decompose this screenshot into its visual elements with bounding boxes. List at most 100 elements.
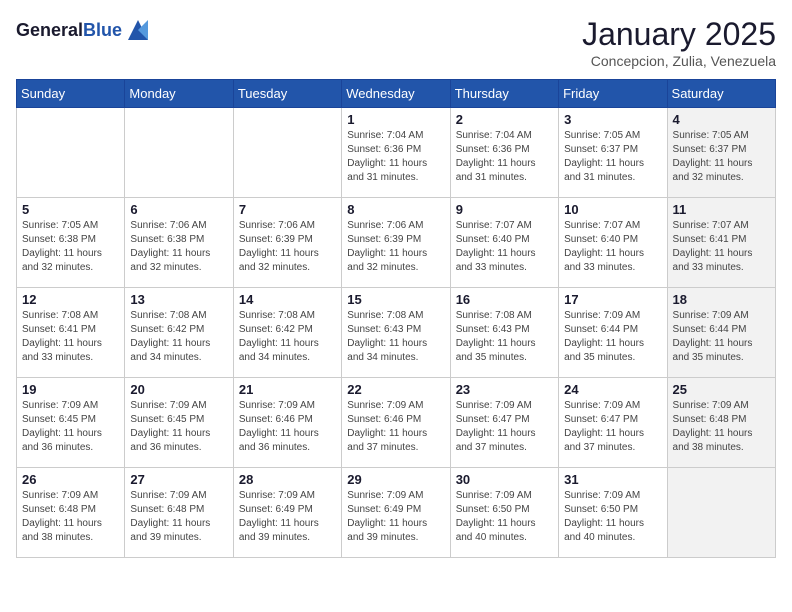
calendar-cell: 1Sunrise: 7:04 AMSunset: 6:36 PMDaylight…	[342, 108, 450, 198]
calendar-cell: 6 Sunrise: 7:06 AMSunset: 6:38 PMDaylight…	[125, 198, 233, 288]
calendar-cell: 29Sunrise: 7:09 AMSunset: 6:49 PMDayligh…	[342, 468, 450, 558]
calendar-cell: 17 Sunrise: 7:09 AMSunset: 6:44 PMDayligh…	[559, 288, 667, 378]
calendar-cell: 14 Sunrise: 7:08 AMSunset: 6:42 PMDayligh…	[233, 288, 341, 378]
week-row-5: 26 Sunrise: 7:09 AMSunset: 6:48 PMDayligh…	[17, 468, 776, 558]
day-number: 11	[673, 202, 770, 217]
calendar-cell: 18Sunrise: 7:09 AMSunset: 6:44 PMDayligh…	[667, 288, 775, 378]
weekday-header-row: SundayMondayTuesdayWednesdayThursdayFrid…	[17, 80, 776, 108]
calendar-cell: 5Sunrise: 7:05 AMSunset: 6:38 PMDaylight…	[17, 198, 125, 288]
calendar-cell: 20 Sunrise: 7:09 AMSunset: 6:45 PMDayligh…	[125, 378, 233, 468]
day-number: 25	[673, 382, 770, 397]
day-info: Sunrise: 7:09 AMSunset: 6:48 PMDaylight:…	[22, 489, 119, 545]
calendar-cell: 4 Sunrise: 7:05 AMSunset: 6:37 PMDaylight…	[667, 108, 775, 198]
day-info: Sunrise: 7:09 AMSunset: 6:46 PMDaylight:…	[239, 399, 336, 455]
day-info: Sunrise: 7:05 AMSunset: 6:37 PMDaylight:…	[673, 129, 770, 185]
logo-blue: Blue	[83, 20, 122, 40]
calendar-cell: 3 Sunrise: 7:05 AMSunset: 6:37 PMDaylight…	[559, 108, 667, 198]
week-row-1: 1 Sunrise: 7:04 AMSunset: 6:36 PMDaylight…	[17, 108, 776, 198]
day-info: Sunrise: 7:06 AMSunset: 6:39 PMDaylight:…	[347, 219, 444, 275]
calendar-cell: 31 Sunrise: 7:09 AMSunset: 6:50 PMDayligh…	[559, 468, 667, 558]
day-info: Sunrise: 7:08 AMSunset: 6:42 PMDaylight:…	[130, 309, 227, 365]
day-info: Sunrise: 7:08 AMSunset: 6:43 PMDaylight:…	[456, 309, 553, 365]
day-number: 18	[673, 292, 770, 307]
calendar-cell: 28 Sunrise: 7:09 AMSunset: 6:49 PMDayligh…	[233, 468, 341, 558]
calendar-table: SundayMondayTuesdayWednesdayThursdayFrid…	[16, 79, 776, 558]
calendar-cell: 16 Sunrise: 7:08 AMSunset: 6:43 PMDayligh…	[450, 288, 558, 378]
week-row-2: 5Sunrise: 7:05 AMSunset: 6:38 PMDaylight…	[17, 198, 776, 288]
day-info: Sunrise: 7:09 AMSunset: 6:45 PMDaylight:…	[130, 399, 227, 455]
month-title: January 2025	[582, 16, 776, 53]
day-number: 17	[564, 292, 661, 307]
calendar-cell: 19 Sunrise: 7:09 AMSunset: 6:45 PMDayligh…	[17, 378, 125, 468]
title-area: January 2025 Concepcion, Zulia, Venezuel…	[582, 16, 776, 69]
weekday-header-friday: Friday	[559, 80, 667, 108]
calendar-cell	[233, 108, 341, 198]
day-number: 13	[130, 292, 227, 307]
day-info: Sunrise: 7:04 AMSunset: 6:36 PMDaylight:…	[456, 129, 553, 185]
day-number: 2	[456, 112, 553, 127]
calendar-cell: 8 Sunrise: 7:06 AMSunset: 6:39 PMDaylight…	[342, 198, 450, 288]
calendar-cell	[667, 468, 775, 558]
day-info: Sunrise: 7:06 AMSunset: 6:39 PMDaylight:…	[239, 219, 336, 275]
day-info: Sunrise: 7:09 AMSunset: 6:50 PMDaylight:…	[564, 489, 661, 545]
day-number: 9	[456, 202, 553, 217]
day-number: 31	[564, 472, 661, 487]
day-number: 1	[347, 112, 444, 127]
day-number: 24	[564, 382, 661, 397]
day-number: 16	[456, 292, 553, 307]
calendar-cell: 25 Sunrise: 7:09 AMSunset: 6:48 PMDayligh…	[667, 378, 775, 468]
day-number: 8	[347, 202, 444, 217]
weekday-header-sunday: Sunday	[17, 80, 125, 108]
day-number: 23	[456, 382, 553, 397]
day-number: 22	[347, 382, 444, 397]
day-info: Sunrise: 7:09 AMSunset: 6:50 PMDaylight:…	[456, 489, 553, 545]
logo-general: General	[16, 20, 83, 40]
calendar-cell: 13 Sunrise: 7:08 AMSunset: 6:42 PMDayligh…	[125, 288, 233, 378]
calendar-cell: 23 Sunrise: 7:09 AMSunset: 6:47 PMDayligh…	[450, 378, 558, 468]
calendar-cell: 10Sunrise: 7:07 AMSunset: 6:40 PMDayligh…	[559, 198, 667, 288]
week-row-3: 12 Sunrise: 7:08 AMSunset: 6:41 PMDayligh…	[17, 288, 776, 378]
day-info: Sunrise: 7:08 AMSunset: 6:41 PMDaylight:…	[22, 309, 119, 365]
calendar-cell: 26 Sunrise: 7:09 AMSunset: 6:48 PMDayligh…	[17, 468, 125, 558]
calendar-cell: 24 Sunrise: 7:09 AMSunset: 6:47 PMDayligh…	[559, 378, 667, 468]
location-subtitle: Concepcion, Zulia, Venezuela	[582, 53, 776, 69]
day-number: 4	[673, 112, 770, 127]
day-info: Sunrise: 7:09 AMSunset: 6:48 PMDaylight:…	[673, 399, 770, 455]
calendar-cell: 30 Sunrise: 7:09 AMSunset: 6:50 PMDayligh…	[450, 468, 558, 558]
logo-icon	[124, 16, 152, 44]
day-number: 29	[347, 472, 444, 487]
day-number: 21	[239, 382, 336, 397]
calendar-cell: 2 Sunrise: 7:04 AMSunset: 6:36 PMDaylight…	[450, 108, 558, 198]
page-header: GeneralBlue January 2025 Concepcion, Zul…	[16, 16, 776, 69]
day-number: 20	[130, 382, 227, 397]
day-number: 5	[22, 202, 119, 217]
day-info: Sunrise: 7:05 AMSunset: 6:37 PMDaylight:…	[564, 129, 661, 185]
day-info: Sunrise: 7:09 AMSunset: 6:45 PMDaylight:…	[22, 399, 119, 455]
day-number: 14	[239, 292, 336, 307]
day-info: Sunrise: 7:09 AMSunset: 6:49 PMDaylight:…	[239, 489, 336, 545]
day-info: Sunrise: 7:06 AMSunset: 6:38 PMDaylight:…	[130, 219, 227, 275]
day-info: Sunrise: 7:09 AMSunset: 6:48 PMDaylight:…	[130, 489, 227, 545]
day-number: 28	[239, 472, 336, 487]
calendar-cell: 22 Sunrise: 7:09 AMSunset: 6:46 PMDayligh…	[342, 378, 450, 468]
day-info: Sunrise: 7:09 AMSunset: 6:44 PMDaylight:…	[564, 309, 661, 365]
calendar-cell: 7 Sunrise: 7:06 AMSunset: 6:39 PMDaylight…	[233, 198, 341, 288]
calendar-cell: 11Sunrise: 7:07 AMSunset: 6:41 PMDayligh…	[667, 198, 775, 288]
day-number: 12	[22, 292, 119, 307]
day-number: 7	[239, 202, 336, 217]
day-info: Sunrise: 7:08 AMSunset: 6:42 PMDaylight:…	[239, 309, 336, 365]
logo: GeneralBlue	[16, 16, 152, 44]
weekday-header-wednesday: Wednesday	[342, 80, 450, 108]
day-number: 15	[347, 292, 444, 307]
day-number: 30	[456, 472, 553, 487]
day-number: 3	[564, 112, 661, 127]
calendar-cell: 21 Sunrise: 7:09 AMSunset: 6:46 PMDayligh…	[233, 378, 341, 468]
week-row-4: 19 Sunrise: 7:09 AMSunset: 6:45 PMDayligh…	[17, 378, 776, 468]
day-number: 19	[22, 382, 119, 397]
day-info: Sunrise: 7:09 AMSunset: 6:47 PMDaylight:…	[456, 399, 553, 455]
day-info: Sunrise: 7:09 AMSunset: 6:46 PMDaylight:…	[347, 399, 444, 455]
day-number: 6	[130, 202, 227, 217]
day-info: Sunrise: 7:09 AMSunset: 6:47 PMDaylight:…	[564, 399, 661, 455]
day-number: 26	[22, 472, 119, 487]
weekday-header-monday: Monday	[125, 80, 233, 108]
